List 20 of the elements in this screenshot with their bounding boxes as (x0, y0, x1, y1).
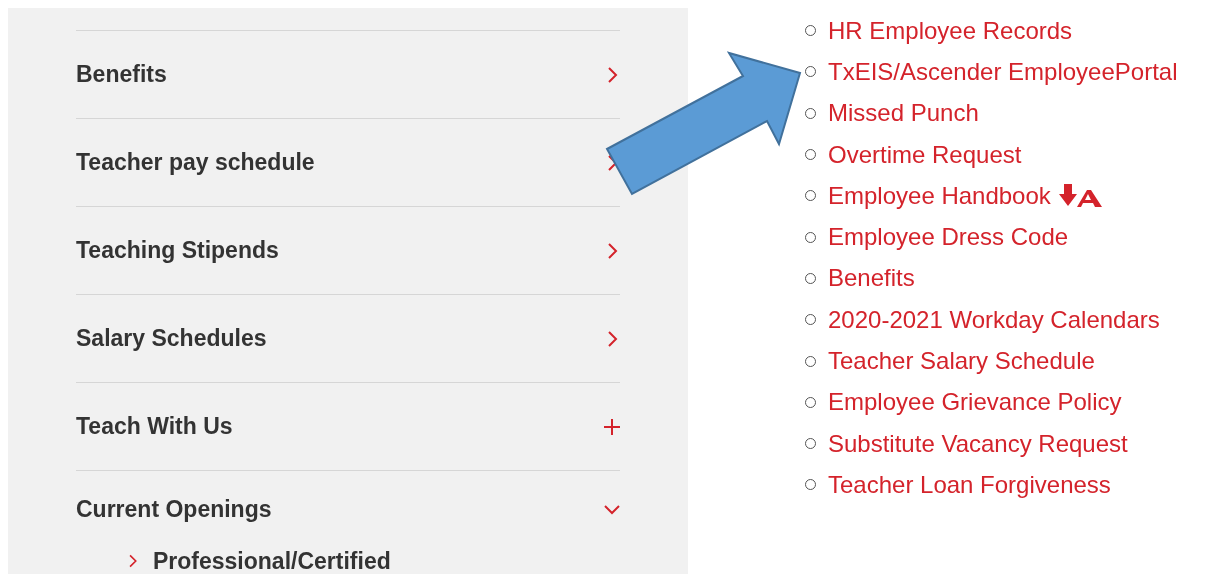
resource-link[interactable]: TxEIS/Ascender EmployeePortal (828, 57, 1178, 86)
resource-link[interactable]: Employee Handbook (828, 181, 1051, 210)
menu-item[interactable]: Teaching Stipends (76, 237, 279, 264)
resource-link[interactable]: Substitute Vacancy Request (828, 429, 1128, 458)
resource-link[interactable]: Employee Grievance Policy (828, 388, 1122, 417)
resource-link[interactable]: Overtime Request (828, 140, 1022, 169)
menu-item[interactable]: Benefits (76, 61, 167, 88)
menu-item[interactable]: Salary Schedules (76, 325, 267, 352)
menu-item[interactable]: Teach With Us (76, 413, 233, 440)
menu-item[interactable]: Teacher pay schedule (76, 149, 315, 176)
resource-link[interactable]: Benefits (828, 264, 915, 293)
resource-link[interactable]: Teacher Salary Schedule (828, 347, 1095, 375)
resource-link[interactable]: Employee Dress Code (828, 223, 1069, 252)
download-document-icon[interactable] (1058, 183, 1103, 208)
submenu-item[interactable]: Professional/Certified (153, 547, 391, 574)
resource-link[interactable]: 2020-2021 Workday Calendars (828, 305, 1160, 334)
resource-link[interactable]: Missed Punch (828, 99, 979, 128)
resource-link[interactable]: Teacher Loan Forgiveness (828, 470, 1111, 499)
resource-link[interactable]: HR Employee Records (828, 16, 1073, 45)
menu-item[interactable]: Current Openings (76, 495, 272, 523)
